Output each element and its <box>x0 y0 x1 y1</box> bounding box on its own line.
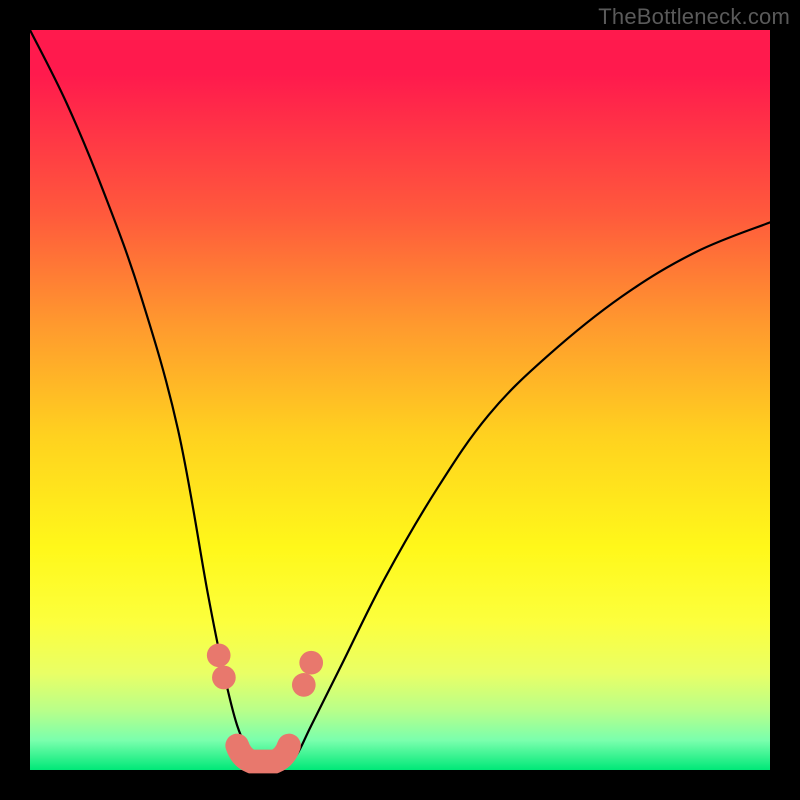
marker-layer <box>30 30 770 770</box>
left-upper-dot <box>207 643 231 667</box>
bottom-band <box>237 746 289 762</box>
right-upper-dot <box>299 651 323 675</box>
plot-area <box>30 30 770 770</box>
right-lower-dot <box>292 673 316 697</box>
watermark-text: TheBottleneck.com <box>598 4 790 30</box>
marker-group <box>207 643 323 696</box>
left-lower-dot <box>212 666 236 690</box>
chart-frame: TheBottleneck.com <box>0 0 800 800</box>
